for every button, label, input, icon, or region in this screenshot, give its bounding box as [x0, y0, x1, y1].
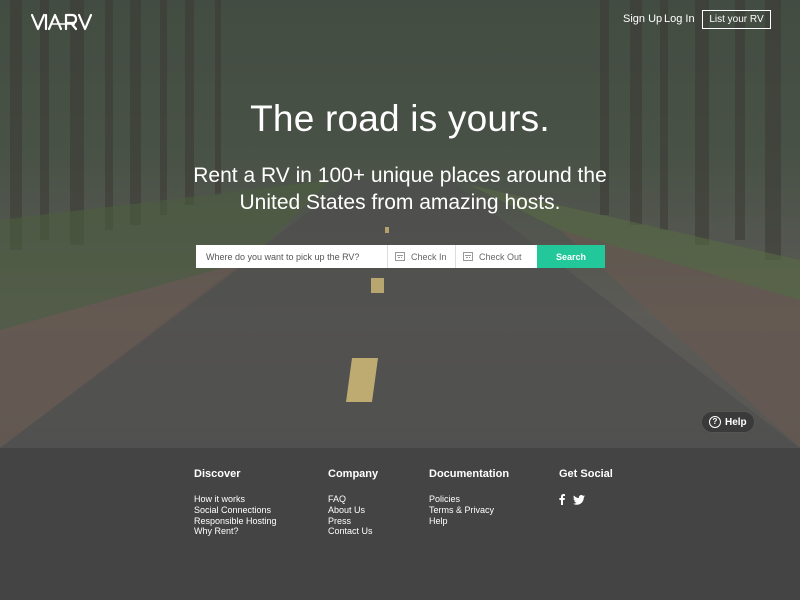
footer-link[interactable]: How it works — [194, 494, 277, 505]
pickup-location-input[interactable] — [196, 245, 387, 268]
twitter-icon[interactable] — [573, 494, 585, 505]
footer-heading-discover: Discover — [194, 468, 241, 480]
footer: Discover How it works Social Connections… — [0, 448, 800, 600]
check-out-label: Check Out — [479, 251, 522, 262]
list-your-rv-button[interactable]: List your RV — [702, 10, 771, 29]
hero-subtitle: Rent a RV in 100+ unique places around t… — [193, 164, 607, 214]
footer-link[interactable]: Contact Us — [328, 526, 378, 537]
check-in-field[interactable]: Check In — [387, 245, 455, 268]
footer-column-documentation: Documentation Policies Terms & Privacy H… — [429, 468, 509, 526]
facebook-icon[interactable] — [559, 494, 565, 505]
footer-heading-social: Get Social — [559, 468, 613, 480]
log-in-link[interactable]: Log In — [664, 13, 695, 25]
footer-link[interactable]: About Us — [328, 505, 378, 516]
footer-heading-company: Company — [328, 468, 379, 480]
footer-link[interactable]: Social Connections — [194, 505, 277, 516]
via-rv-logo[interactable] — [30, 12, 96, 32]
check-out-field[interactable]: Check Out — [455, 245, 537, 268]
footer-link[interactable]: FAQ — [328, 494, 378, 505]
sign-up-link[interactable]: Sign Up — [623, 13, 662, 25]
search-bar: Check In Check Out Search — [196, 245, 605, 268]
footer-column-social: Get Social — [559, 468, 613, 505]
calendar-icon — [395, 252, 405, 261]
calendar-icon — [463, 252, 473, 261]
social-links — [559, 494, 613, 505]
footer-heading-documentation: Documentation — [429, 468, 510, 480]
footer-link[interactable]: Help — [429, 516, 509, 527]
footer-link[interactable]: Policies — [429, 494, 509, 505]
help-button[interactable]: ? Help — [701, 411, 755, 433]
footer-column-company: Company FAQ About Us Press Contact Us — [328, 468, 378, 537]
footer-link[interactable]: Why Rent? — [194, 526, 277, 537]
footer-link[interactable]: Terms & Privacy — [429, 505, 509, 516]
footer-column-discover: Discover How it works Social Connections… — [194, 468, 277, 537]
footer-link[interactable]: Press — [328, 516, 378, 527]
check-in-label: Check In — [411, 251, 447, 262]
search-button[interactable]: Search — [537, 245, 605, 268]
help-label: Help — [725, 416, 747, 428]
road-background-image — [0, 0, 800, 448]
question-icon: ? — [709, 416, 721, 428]
page-title: The road is yours. — [250, 98, 550, 139]
hero-section: Sign Up Log In List your RV The road is … — [0, 0, 800, 448]
footer-link[interactable]: Responsible Hosting — [194, 516, 277, 527]
